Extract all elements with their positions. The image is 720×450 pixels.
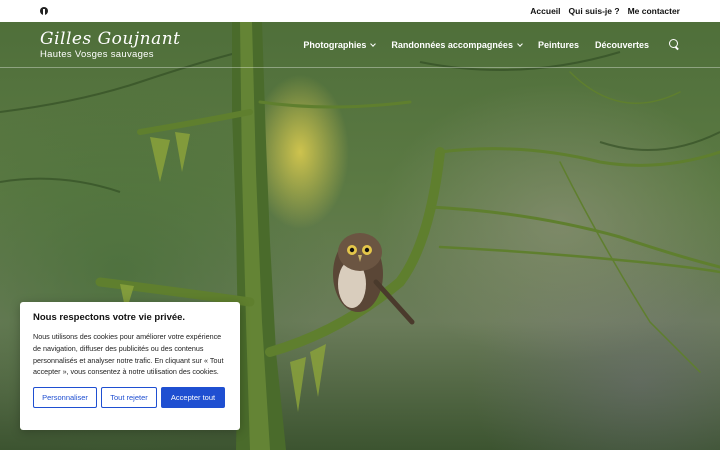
top-link-contact[interactable]: Me contacter xyxy=(628,6,680,16)
logo-title: Gilles Goujnant xyxy=(40,28,181,49)
nav-item-label: Randonnées accompagnées xyxy=(391,39,513,50)
top-link-about[interactable]: Qui suis-je ? xyxy=(569,6,620,16)
customize-button[interactable]: Personnaliser xyxy=(33,387,97,409)
cookie-buttons: Personnaliser Tout rejeter Accepter tout xyxy=(33,387,227,409)
chevron-down-icon xyxy=(517,40,523,47)
top-link-home[interactable]: Accueil xyxy=(530,6,560,16)
nav-item-randonnees[interactable]: Randonnées accompagnées xyxy=(391,39,523,50)
facebook-icon[interactable] xyxy=(40,7,48,15)
nav-menu: Photographies Randonnées accompagnées Pe… xyxy=(303,39,680,50)
search-icon[interactable] xyxy=(669,39,680,50)
logo-subtitle: Hautes Vosges sauvages xyxy=(40,48,154,60)
nav-item-peintures[interactable]: Peintures xyxy=(538,40,579,50)
cookie-text: Nous utilisons des cookies pour améliore… xyxy=(33,332,224,377)
accept-all-button[interactable]: Accepter tout xyxy=(161,387,225,409)
top-links: Accueil Qui suis-je ? Me contacter xyxy=(530,6,680,16)
site-logo[interactable]: Gilles Goujnant Hautes Vosges sauvages xyxy=(40,29,290,61)
nav-item-photographies[interactable]: Photographies xyxy=(303,39,377,50)
cookie-banner: Nous respectons votre vie privée. Nous u… xyxy=(20,302,240,430)
main-nav: Gilles Goujnant Hautes Vosges sauvages P… xyxy=(0,22,720,68)
chevron-down-icon xyxy=(370,40,377,47)
reject-all-button[interactable]: Tout rejeter xyxy=(101,387,157,409)
top-bar: Accueil Qui suis-je ? Me contacter xyxy=(0,0,720,22)
nav-item-label: Découvertes xyxy=(594,39,649,50)
nav-item-decouvertes[interactable]: Découvertes xyxy=(595,40,649,50)
nav-item-label: Photographies xyxy=(303,39,367,50)
nav-item-label: Peintures xyxy=(537,39,579,50)
cookie-title: Nous respectons votre vie privée. xyxy=(33,312,186,323)
